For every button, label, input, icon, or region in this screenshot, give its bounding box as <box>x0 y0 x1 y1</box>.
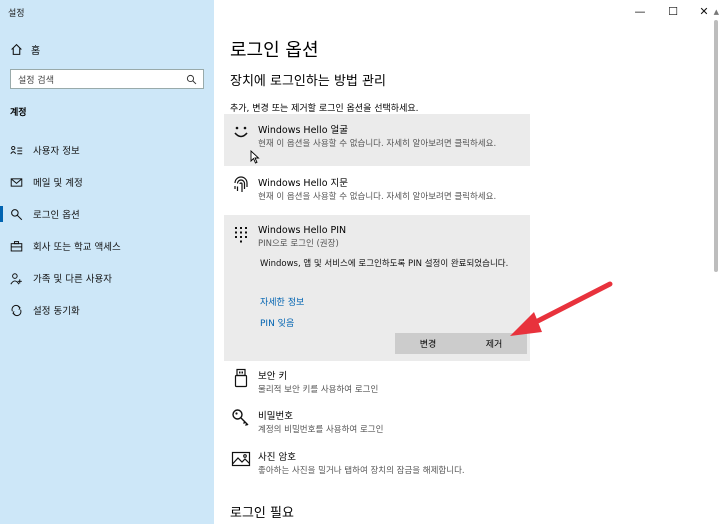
section-heading: 장치에 로그인하는 방법 관리 <box>230 74 386 89</box>
sidebar-item-your-info[interactable]: 사용자 정보 <box>0 139 214 161</box>
sidebar-item-sign-in-options[interactable]: 로그인 옵션 <box>0 203 214 225</box>
section-heading-require-sign-in: 로그인 필요 <box>230 506 294 521</box>
search-placeholder: 설정 검색 <box>18 75 54 86</box>
option-desc: 물리적 보안 키를 사용하여 로그인 <box>258 385 379 395</box>
scrollbar-thumb[interactable] <box>714 20 718 272</box>
sidebar-item-work-school[interactable]: 회사 또는 학교 액세스 <box>0 235 214 257</box>
page-title: 로그인 옵션 <box>230 40 319 61</box>
keypad-icon <box>224 225 258 361</box>
sidebar-item-label: 메일 및 계정 <box>33 178 83 189</box>
sidebar-item-label: 설정 동기화 <box>33 306 80 317</box>
option-desc: 좋아하는 사진을 밀거나 탭하여 장치의 잠금을 해제합니다. <box>258 466 465 476</box>
people-icon <box>9 271 23 285</box>
option-title: 비밀번호 <box>258 411 293 422</box>
minimize-button[interactable]: — <box>624 0 656 22</box>
change-button[interactable]: 변경 <box>395 333 461 354</box>
sidebar-item-label: 가족 및 다른 사용자 <box>33 274 112 285</box>
sidebar-item-email-accounts[interactable]: 메일 및 계정 <box>0 171 214 193</box>
key-icon <box>224 408 258 444</box>
sidebar-home[interactable]: 홈 <box>10 41 40 57</box>
fingerprint-icon <box>224 175 258 214</box>
sidebar-item-label: 회사 또는 학교 액세스 <box>33 242 121 253</box>
sidebar-item-sync-settings[interactable]: 설정 동기화 <box>0 299 214 321</box>
option-picture-password[interactable]: 사진 암호 좋아하는 사진을 밀거나 탭하여 장치의 잠금을 해제합니다. <box>224 447 530 487</box>
mail-icon <box>9 175 23 189</box>
annotation-arrow-icon <box>510 281 613 336</box>
mouse-cursor-icon <box>250 150 260 164</box>
section-label: 계정 <box>10 108 27 118</box>
picture-icon <box>224 449 258 487</box>
search-icon[interactable] <box>186 74 197 85</box>
option-hello-fingerprint[interactable]: Windows Hello 지문 현재 이 옵션을 사용할 수 없습니다. 자세… <box>224 168 530 214</box>
option-title: Windows Hello 얼굴 <box>258 125 349 136</box>
option-desc: 계정의 비밀번호를 사용하여 로그인 <box>258 425 384 435</box>
maximize-button[interactable]: ☐ <box>657 0 689 22</box>
person-card-icon <box>9 143 23 157</box>
sync-icon <box>9 303 23 317</box>
usb-key-icon <box>224 368 258 404</box>
forgot-pin-link[interactable]: PIN 잊음 <box>260 316 294 329</box>
option-hello-face[interactable]: Windows Hello 얼굴 현재 이 옵션을 사용할 수 없습니다. 자세… <box>224 114 530 166</box>
search-input[interactable]: 설정 검색 <box>10 69 204 89</box>
more-info-link[interactable]: 자세한 정보 <box>260 295 304 308</box>
briefcase-icon <box>9 239 23 253</box>
sidebar-item-family-users[interactable]: 가족 및 다른 사용자 <box>0 267 214 289</box>
option-title: 보안 키 <box>258 371 288 382</box>
option-desc: 현재 이 옵션을 사용할 수 없습니다. 자세히 알아보려면 클릭하세요. <box>258 139 497 149</box>
instruction-text: 추가, 변경 또는 제거할 로그인 옵션을 선택하세요. <box>230 104 419 114</box>
option-desc: 현재 이 옵션을 사용할 수 없습니다. 자세히 알아보려면 클릭하세요. <box>258 192 497 202</box>
option-title: Windows Hello 지문 <box>258 178 349 189</box>
option-security-key[interactable]: 보안 키 물리적 보안 키를 사용하여 로그인 <box>224 366 530 404</box>
option-password[interactable]: 비밀번호 계정의 비밀번호를 사용하여 로그인 <box>224 406 530 444</box>
option-title: Windows Hello PIN <box>258 225 347 236</box>
scroll-up-icon[interactable]: ▲ <box>714 8 719 16</box>
option-desc: PIN으로 로그인 (권장) <box>258 239 339 249</box>
home-label: 홈 <box>31 45 41 57</box>
pin-status-text: Windows, 앱 및 서비스에 로그인하도록 PIN 설정이 완료되었습니다… <box>260 259 509 269</box>
sidebar-item-label: 사용자 정보 <box>33 146 80 157</box>
home-icon <box>11 43 22 55</box>
sidebar-item-label: 로그인 옵션 <box>33 210 80 221</box>
option-title: 사진 암호 <box>258 452 296 463</box>
sidebar: 설정 홈 설정 검색 계정 사용자 정보 메일 및 계정 로그인 옵션 회사 또… <box>0 0 214 524</box>
app-title: 설정 <box>8 9 25 19</box>
key-icon <box>9 207 23 221</box>
